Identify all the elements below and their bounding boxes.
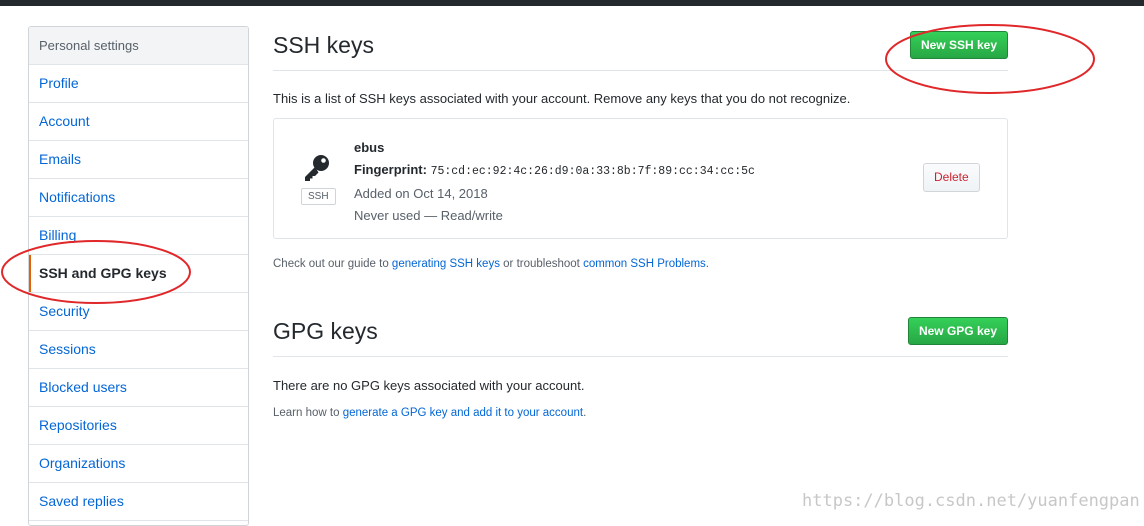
ssh-guide-prefix: Check out our guide to: [273, 258, 392, 270]
gpg-learn-prefix: Learn how to: [273, 407, 343, 419]
generate-gpg-key-link[interactable]: generate a GPG key and add it to your ac…: [343, 407, 583, 419]
new-gpg-key-button[interactable]: New GPG key: [907, 317, 1008, 345]
delete-ssh-key-button[interactable]: Delete: [923, 163, 980, 192]
new-ssh-key-button[interactable]: New SSH key: [909, 31, 1008, 59]
gpg-keys-header: GPG keys New GPG key: [273, 312, 1008, 357]
gpg-keys-section: GPG keys New GPG key There are no GPG ke…: [273, 312, 1008, 419]
sidebar-item-billing[interactable]: Billing: [29, 217, 248, 255]
sidebar-item-organizations[interactable]: Organizations: [29, 445, 248, 483]
ssh-key-fingerprint-row: Fingerprint: 75:cd:ec:92:4c:26:d9:0a:33:…: [354, 159, 755, 183]
sidebar-item-profile[interactable]: Profile: [29, 65, 248, 103]
ssh-key-added-date: Added on Oct 14, 2018: [354, 186, 488, 201]
sidebar-header: Personal settings: [29, 27, 248, 65]
top-nav-bar: [0, 0, 1144, 6]
ssh-guide-middle: or troubleshoot: [499, 258, 584, 270]
ssh-key-title: ebus: [354, 140, 385, 155]
sidebar-item-blocked-users[interactable]: Blocked users: [29, 369, 248, 407]
fingerprint-value: 75:cd:ec:92:4c:26:d9:0a:33:8b:7f:89:cc:3…: [430, 165, 755, 178]
ssh-guide-suffix: .: [705, 258, 709, 270]
gpg-empty-message: There are no GPG keys associated with yo…: [273, 378, 585, 393]
ssh-key-usage: Never used — Read/write: [354, 208, 503, 223]
gpg-learn-suffix: .: [583, 407, 587, 419]
settings-sidebar: Personal settings Profile Account Emails…: [28, 26, 249, 526]
ssh-key-item: SSH ebus Fingerprint: 75:cd:ec:92:4c:26:…: [273, 118, 1008, 239]
ssh-guide-text: Check out our guide to generating SSH ke…: [273, 258, 709, 270]
main-content: SSH keys New SSH key This is a list of S…: [273, 26, 1008, 419]
gpg-learn-text: Learn how to generate a GPG key and add …: [273, 407, 586, 419]
ssh-keys-title: SSH keys: [273, 32, 374, 58]
sidebar-item-notifications[interactable]: Notifications: [29, 179, 248, 217]
ssh-keys-header: SSH keys New SSH key: [273, 26, 1008, 71]
sidebar-item-repositories[interactable]: Repositories: [29, 407, 248, 445]
sidebar-item-sessions[interactable]: Sessions: [29, 331, 248, 369]
sidebar-item-saved-replies[interactable]: Saved replies: [29, 483, 248, 521]
watermark-text: https://blog.csdn.net/yuanfengpan: [802, 491, 1140, 511]
generating-ssh-keys-link[interactable]: generating SSH keys: [392, 258, 500, 270]
common-ssh-problems-link[interactable]: common SSH Problems: [583, 258, 706, 270]
ssh-key-details: ebus Fingerprint: 75:cd:ec:92:4c:26:d9:0…: [354, 137, 755, 227]
fingerprint-label: Fingerprint:: [354, 162, 427, 177]
gpg-keys-title: GPG keys: [273, 318, 378, 344]
key-icon: [300, 153, 334, 186]
ssh-type-badge: SSH: [301, 188, 336, 205]
ssh-keys-intro: This is a list of SSH keys associated wi…: [273, 91, 851, 106]
sidebar-item-emails[interactable]: Emails: [29, 141, 248, 179]
sidebar-item-security[interactable]: Security: [29, 293, 248, 331]
sidebar-item-account[interactable]: Account: [29, 103, 248, 141]
sidebar-item-ssh-gpg-keys[interactable]: SSH and GPG keys: [29, 255, 248, 293]
